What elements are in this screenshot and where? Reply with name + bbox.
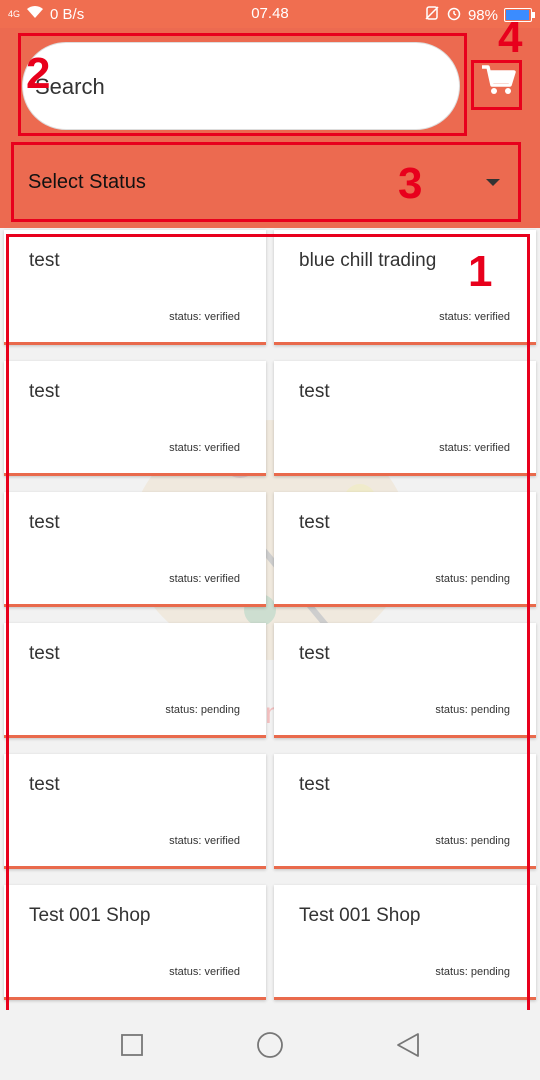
navigation-bar <box>0 1010 540 1080</box>
search-input[interactable] <box>33 43 447 131</box>
shop-card-title: test <box>299 774 330 795</box>
shop-grid: test status: verified blue chill trading s… <box>4 230 536 1000</box>
shop-card-title: test <box>299 381 330 402</box>
nav-back-icon[interactable] <box>394 1031 422 1059</box>
shop-card[interactable]: blue chill trading status: verified <box>274 230 536 345</box>
shop-card-status: status: verified <box>169 442 240 454</box>
shop-card-status: status: verified <box>169 573 240 585</box>
shop-card-status: status: verified <box>169 966 240 978</box>
shop-card-status: status: pending <box>165 704 240 716</box>
shop-card-status: status: verified <box>439 311 510 323</box>
shop-card-title: Test 001 Shop <box>299 905 421 926</box>
shop-card-title: test <box>29 512 60 533</box>
shop-card-title: test <box>29 643 60 664</box>
alarm-icon <box>446 5 462 25</box>
shop-card-title: blue chill trading <box>299 250 437 271</box>
shop-card-status: status: pending <box>435 704 510 716</box>
shop-card-status: status: verified <box>169 835 240 847</box>
status-bar: 4G 0 B/s 07.48 98% <box>0 0 540 28</box>
shop-card-status: status: verified <box>169 311 240 323</box>
clock: 07.48 <box>251 5 289 22</box>
annotation-label-4: 4 <box>498 13 523 62</box>
shop-card-title: test <box>29 381 60 402</box>
cart-button[interactable] <box>476 60 520 104</box>
shop-card-title: test <box>299 512 330 533</box>
shop-card-status: status: pending <box>435 966 510 978</box>
shop-card[interactable]: test status: verified <box>4 361 266 476</box>
silent-icon <box>424 5 440 25</box>
shop-card-status: status: pending <box>435 573 510 585</box>
annotation-label-1: 1 <box>468 247 493 296</box>
shop-card[interactable]: test status: verified <box>4 492 266 607</box>
nav-recents-icon[interactable] <box>118 1031 146 1059</box>
shop-card[interactable]: test status: verified <box>274 361 536 476</box>
shop-card[interactable]: test status: pending <box>274 623 536 738</box>
shop-card[interactable]: Test 001 Shop status: pending <box>274 885 536 1000</box>
status-dropdown[interactable]: Select Status <box>14 146 518 218</box>
shop-card[interactable]: test status: pending <box>4 623 266 738</box>
shop-card-title: Test 001 Shop <box>29 905 151 926</box>
search-bar[interactable] <box>22 42 460 131</box>
shop-card-title: test <box>29 774 60 795</box>
annotation-label-2: 2 <box>26 49 51 98</box>
dropdown-caret-icon <box>486 179 500 186</box>
shop-card[interactable]: test status: pending <box>274 754 536 869</box>
shop-card-status: status: verified <box>439 442 510 454</box>
cart-icon <box>480 63 516 102</box>
shop-card[interactable]: test status: verified <box>4 230 266 345</box>
nav-home-icon[interactable] <box>256 1031 284 1059</box>
shop-card[interactable]: test status: verified <box>4 754 266 869</box>
battery-percent: 98% <box>467 6 498 24</box>
annotation-label-3: 3 <box>398 159 423 208</box>
status-dropdown-label: Select Status <box>28 170 146 193</box>
shop-card[interactable]: test status: pending <box>274 492 536 607</box>
shop-card-status: status: pending <box>435 835 510 847</box>
shop-card-title: test <box>29 250 60 271</box>
shop-card[interactable]: Test 001 Shop status: verified <box>4 885 266 1000</box>
shop-card-title: test <box>299 643 330 664</box>
